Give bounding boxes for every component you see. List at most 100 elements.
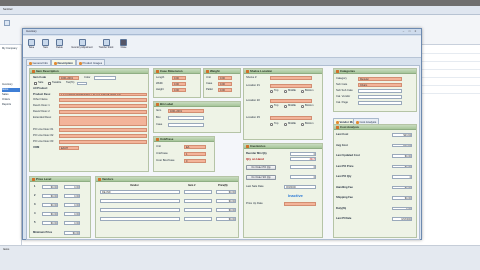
maximize-button[interactable]: □: [407, 30, 412, 34]
close-button[interactable]: ✕: [413, 30, 418, 34]
vendor-select[interactable]: [100, 199, 180, 203]
product-desc-field[interactable]: 1 1/2 CHAIR WINTER BALL SLV (1 SM) #8 (F…: [59, 92, 147, 97]
vendor-select[interactable]: [100, 217, 180, 221]
sale-checkbox[interactable]: [34, 82, 37, 85]
unit-per-case-field[interactable]: 1: [184, 152, 206, 156]
price-level-percent-field[interactable]: 0.00: [64, 221, 80, 225]
unit-field[interactable]: EA: [184, 145, 206, 149]
price-up-date-field[interactable]: [284, 202, 316, 206]
reorder-min-field[interactable]: 0: [290, 152, 316, 156]
location3-middle-radio[interactable]: [284, 123, 287, 126]
price-level-price-field[interactable]: $0.00: [42, 203, 58, 207]
item-code-field[interactable]: 1001-2001: [59, 76, 79, 80]
color-field[interactable]: [94, 76, 116, 80]
location1-bottom-radio[interactable]: [301, 90, 304, 93]
cat-page-field[interactable]: [358, 101, 402, 105]
sidebar-item-selected[interactable]: Items: [2, 88, 20, 92]
close-window-button[interactable]: Close: [117, 38, 130, 55]
cost-row-label: Duty(%): [336, 206, 347, 210]
category-select[interactable]: Regular: [358, 77, 402, 81]
price-level-percent-field[interactable]: 0.00: [64, 212, 80, 216]
bin-box-field[interactable]: [168, 116, 204, 120]
cost-row-value[interactable]: $23.84: [392, 133, 412, 137]
cost-row-value[interactable]: $0.00: [392, 154, 412, 158]
sidebar-item[interactable]: Inventory: [2, 83, 20, 87]
location2-middle-radio[interactable]: [284, 105, 287, 108]
bin-item-field[interactable]: 1001-2001: [168, 109, 204, 113]
other-name-field[interactable]: [59, 98, 147, 103]
vendor-item-field[interactable]: [184, 190, 212, 194]
price-level-percent-field[interactable]: 0.00: [64, 194, 80, 198]
cost-row-value[interactable]: $0.00: [392, 185, 412, 190]
weight-unit-field[interactable]: 0.00: [218, 76, 232, 80]
shelve-number-field[interactable]: [270, 76, 312, 80]
weight-case-field[interactable]: 0.00: [218, 82, 232, 86]
uom-field[interactable]: EACH: [59, 146, 79, 150]
background-ribbon-icon[interactable]: [4, 20, 10, 26]
cost-row-value[interactable]: $0.00: [392, 164, 412, 169]
price-level-price-field[interactable]: $0.00: [42, 221, 58, 225]
price-level-percent-field[interactable]: 0.00: [64, 185, 80, 189]
po-line-desc-1-field[interactable]: [59, 128, 147, 133]
on-order-po-button[interactable]: On Order PO Qty: [246, 165, 276, 170]
vendor-select[interactable]: DE-IND: [100, 190, 180, 194]
transfer-stock-button[interactable]: Transfer Stock: [97, 38, 115, 55]
cost-row-value[interactable]: $0.00: [392, 196, 412, 200]
sidebar-item[interactable]: Reports: [2, 103, 20, 107]
sub-cate-select[interactable]: Chairs: [358, 83, 402, 87]
width-field[interactable]: 0.00: [172, 82, 186, 86]
new-button[interactable]: New: [39, 38, 52, 55]
minimize-button[interactable]: –: [401, 30, 406, 34]
po-line-desc-2-field[interactable]: [59, 134, 147, 139]
sidebar-item[interactable]: Orders: [2, 98, 20, 102]
cat-vendor-field[interactable]: [358, 95, 402, 99]
vendor-price-field[interactable]: $0.00: [216, 190, 236, 194]
height-field[interactable]: 0.00: [172, 88, 186, 92]
location1-top-radio[interactable]: [270, 90, 273, 93]
cost-row-label: Last Updated Cost: [336, 154, 360, 157]
location3-top-radio[interactable]: [270, 123, 273, 126]
price-level-percent-field[interactable]: 0.00: [64, 203, 80, 207]
vendor-item-field[interactable]: [184, 208, 212, 212]
location1-field[interactable]: [270, 84, 312, 88]
bin-case-field[interactable]: [168, 123, 204, 127]
location2-field[interactable]: [270, 99, 312, 103]
vendor-price-field[interactable]: $0.00: [216, 217, 236, 221]
cost-row-value[interactable]: 0/0/0000: [392, 217, 412, 221]
price-level-number: 5: [34, 221, 36, 224]
vendor-select[interactable]: [100, 208, 180, 212]
vendor-price-field[interactable]: $0.00: [216, 208, 236, 212]
price-level-price-field[interactable]: $0.00: [42, 185, 58, 189]
save-button[interactable]: Save: [25, 38, 38, 55]
cost-row-value[interactable]: 0: [392, 175, 412, 179]
inventory-adjustment-button[interactable]: Inventory Adjustment: [71, 38, 93, 55]
last-sale-date-field[interactable]: 0/0/0000: [284, 185, 316, 189]
cost-row-value[interactable]: 0.00: [392, 206, 412, 211]
vendor-item-field[interactable]: [184, 199, 212, 203]
location3-field[interactable]: [270, 116, 312, 120]
weight-pallet-field[interactable]: 0.00: [218, 88, 232, 92]
price-level-price-field[interactable]: $0.00: [42, 212, 58, 216]
vendor-item-field[interactable]: [184, 217, 212, 221]
po-line-desc-3-field[interactable]: [59, 140, 147, 145]
location2-top-radio[interactable]: [270, 105, 273, 108]
taxable-checkbox[interactable]: [48, 82, 51, 85]
price-level-price-field[interactable]: $0.00: [42, 194, 58, 198]
location1-middle-radio[interactable]: [284, 90, 287, 93]
inner-box-field[interactable]: 0: [184, 159, 206, 163]
length-field[interactable]: 0.00: [172, 76, 186, 80]
vendor-price-field[interactable]: $0.00: [216, 199, 236, 203]
desc1-field[interactable]: [59, 104, 147, 109]
tax-field[interactable]: [77, 81, 87, 86]
sidebar-item[interactable]: Sales: [2, 93, 20, 97]
location2-bottom-radio[interactable]: [301, 105, 304, 108]
extended-desc-field[interactable]: [59, 116, 147, 127]
on-order-so-button[interactable]: On Order SO Qty: [246, 175, 276, 180]
delete-button[interactable]: Delete: [53, 38, 66, 55]
desc2-field[interactable]: [59, 110, 147, 115]
sidebar-item[interactable]: My Company: [2, 47, 20, 51]
minimum-price-field[interactable]: $0.00: [64, 231, 80, 235]
sub-sub-cate-select[interactable]: [358, 89, 402, 93]
location3-bottom-radio[interactable]: [301, 123, 304, 126]
cost-row-value[interactable]: $23.84: [392, 143, 412, 148]
